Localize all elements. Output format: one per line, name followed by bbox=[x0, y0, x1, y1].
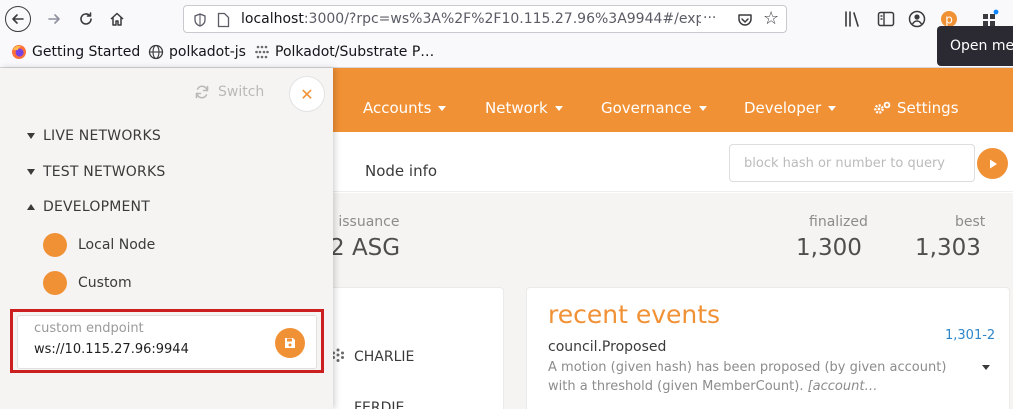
block-query-input[interactable]: block hash or number to query bbox=[729, 144, 975, 182]
caret-down-icon bbox=[27, 169, 35, 175]
menu-accounts[interactable]: Accounts bbox=[363, 99, 447, 117]
account-name[interactable]: FERDIE bbox=[354, 400, 404, 409]
globe-icon bbox=[148, 44, 164, 60]
star-icon[interactable]: ☆ bbox=[763, 8, 779, 29]
switch-button[interactable]: Switch bbox=[194, 84, 264, 100]
finalized-value: 1,300 bbox=[796, 235, 862, 261]
account-icon[interactable] bbox=[907, 9, 927, 29]
caret-up-icon bbox=[27, 204, 35, 210]
menu-settings[interactable]: Settings bbox=[873, 99, 959, 117]
menu-governance[interactable]: Governance bbox=[601, 99, 707, 117]
group-label: LIVE NETWORKS bbox=[43, 128, 161, 144]
arrow-left-icon bbox=[12, 14, 24, 24]
caret-down-icon bbox=[698, 105, 707, 111]
group-label: TEST NETWORKS bbox=[43, 164, 166, 180]
back-button[interactable] bbox=[5, 6, 31, 32]
cogs-icon bbox=[874, 101, 891, 114]
browser-toolbar: localhost:3000/?rpc=ws%3A%2F%2F10.115.27… bbox=[0, 0, 1013, 38]
page-icon[interactable] bbox=[217, 12, 230, 28]
issuance-label: l issuance bbox=[330, 214, 400, 230]
menu-label: Governance bbox=[601, 99, 692, 117]
finalized-label: finalized bbox=[809, 214, 868, 230]
bookmark-label: polkadot-js bbox=[169, 44, 246, 60]
recent-events-card: recent events council.Proposed 1,301-2 A… bbox=[526, 287, 1010, 409]
caret-down-icon bbox=[438, 105, 447, 111]
account-name[interactable]: CHARLIE bbox=[354, 349, 414, 365]
close-icon: ✕ bbox=[300, 84, 314, 104]
network-custom[interactable]: Custom bbox=[43, 271, 132, 295]
home-button[interactable] bbox=[103, 5, 131, 33]
pocket-icon[interactable] bbox=[737, 12, 753, 28]
menu-developer[interactable]: Developer bbox=[744, 99, 837, 117]
url-host: localhost bbox=[241, 11, 304, 27]
issuance-value: 2 ASG bbox=[330, 235, 401, 261]
forward-button[interactable] bbox=[40, 5, 68, 33]
menu-network[interactable]: Network bbox=[485, 99, 563, 117]
group-development[interactable]: DEVELOPMENT bbox=[27, 199, 150, 215]
highlight-box bbox=[10, 309, 324, 373]
expand-caret-icon[interactable] bbox=[982, 365, 990, 370]
best-value: 1,303 bbox=[915, 235, 981, 261]
best-label: best bbox=[955, 214, 986, 230]
bookmark-polkadot-substrate[interactable]: Polkadot/Substrate P… bbox=[254, 44, 434, 60]
group-test-networks[interactable]: TEST NETWORKS bbox=[27, 164, 165, 180]
svg-text:p: p bbox=[945, 13, 953, 27]
firefox-icon bbox=[12, 45, 26, 59]
reload-button[interactable] bbox=[72, 5, 100, 33]
url-more-icon[interactable]: ··· bbox=[703, 10, 716, 26]
arrow-right-icon bbox=[48, 14, 60, 24]
network-logo-icon bbox=[43, 271, 67, 295]
menu-label: Accounts bbox=[363, 99, 432, 117]
bookmarks-bar: Getting Started polkadot-js Polkadot/Sub… bbox=[0, 38, 1013, 68]
event-block-link[interactable]: 1,301-2 bbox=[945, 328, 995, 343]
endpoint-side-panel: Switch ✕ LIVE NETWORKS TEST NETWORKS DEV… bbox=[0, 68, 333, 409]
query-button[interactable] bbox=[977, 148, 1008, 179]
dots-grid-icon bbox=[255, 45, 269, 59]
sidebar-icon[interactable] bbox=[876, 9, 896, 29]
bookmark-label: Polkadot/Substrate P… bbox=[275, 44, 435, 60]
home-icon bbox=[110, 12, 124, 26]
recent-events-title: recent events bbox=[548, 300, 721, 329]
network-label: Custom bbox=[78, 275, 132, 291]
url-bar[interactable]: localhost:3000/?rpc=ws%3A%2F%2F10.115.27… bbox=[183, 5, 787, 33]
group-label: DEVELOPMENT bbox=[43, 199, 150, 215]
network-label: Local Node bbox=[78, 237, 156, 253]
network-logo-icon bbox=[43, 233, 67, 257]
sync-icon bbox=[195, 85, 209, 99]
bookmark-getting-started[interactable]: Getting Started bbox=[11, 44, 140, 60]
library-icon[interactable] bbox=[843, 9, 863, 29]
bookmark-polkadot-js[interactable]: polkadot-js bbox=[148, 44, 246, 60]
caret-down-icon bbox=[27, 133, 35, 139]
reload-icon bbox=[80, 12, 92, 25]
tab-node-info[interactable]: Node info bbox=[365, 162, 437, 180]
event-name: council.Proposed bbox=[548, 339, 667, 355]
network-local-node[interactable]: Local Node bbox=[43, 233, 155, 257]
event-description-text: A motion (given hash) has been proposed … bbox=[548, 360, 947, 394]
shield-icon[interactable] bbox=[193, 13, 207, 27]
switch-label: Switch bbox=[218, 84, 265, 100]
event-description: A motion (given hash) has been proposed … bbox=[548, 358, 978, 396]
open-menu-tooltip: Open menu bbox=[937, 26, 1013, 66]
bookmark-label: Getting Started bbox=[32, 44, 141, 60]
menu-label: Developer bbox=[744, 99, 822, 117]
menu-label: Network bbox=[485, 99, 548, 117]
caret-down-icon bbox=[828, 105, 837, 111]
group-live-networks[interactable]: LIVE NETWORKS bbox=[27, 128, 161, 144]
play-icon bbox=[989, 159, 997, 168]
event-params: [account… bbox=[807, 379, 878, 394]
caret-down-icon bbox=[554, 105, 563, 111]
identicon-icon bbox=[332, 348, 344, 362]
menu-label: Settings bbox=[897, 99, 959, 117]
url-text[interactable]: localhost:3000/?rpc=ws%3A%2F%2F10.115.27… bbox=[241, 11, 701, 27]
close-panel-button[interactable]: ✕ bbox=[289, 76, 325, 112]
url-path: :3000/?rpc=ws%3A%2F%2F10.115.27.96%3A994… bbox=[303, 11, 701, 27]
